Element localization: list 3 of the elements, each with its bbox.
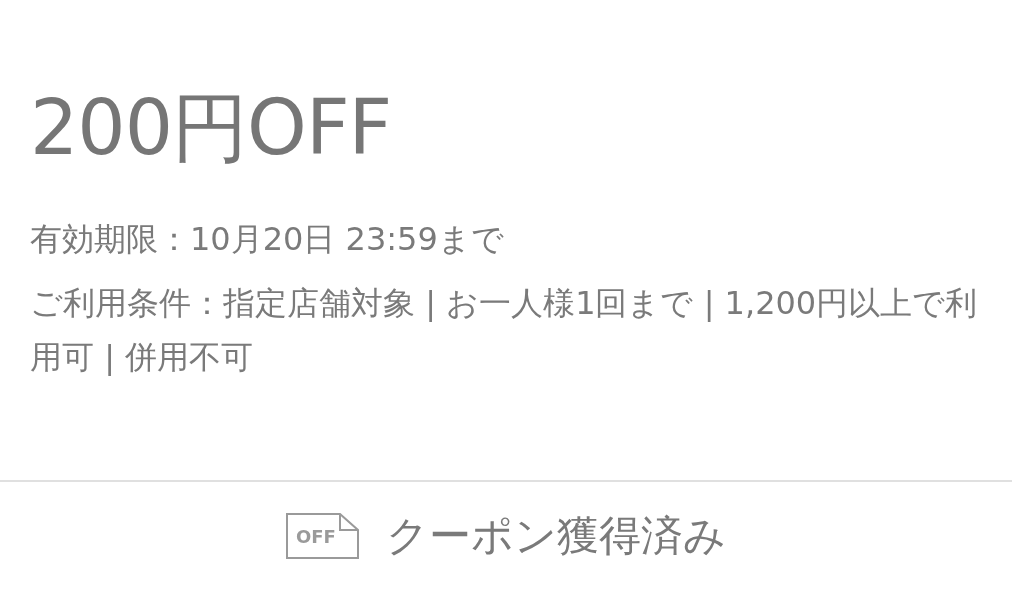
expiry-text: 有効期限：10月20日 23:59まで	[30, 219, 505, 260]
conditions-text: ご利用条件：指定店舗対象 | お一人様1回まで | 1,200円以上で利用可 | 併用不可	[30, 283, 979, 378]
discount-title: 200円OFF	[30, 82, 393, 174]
